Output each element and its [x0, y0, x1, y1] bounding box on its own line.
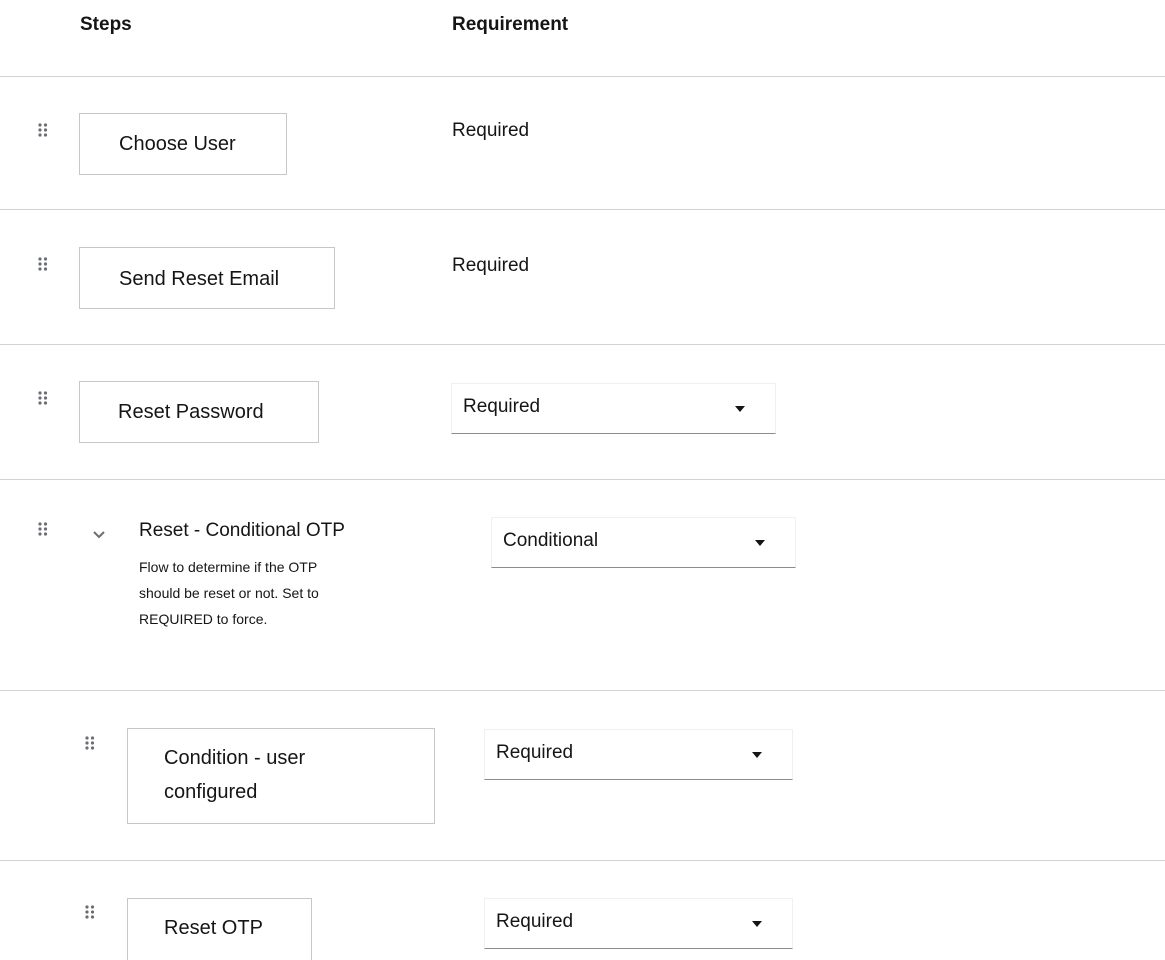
step-send-reset-email-button[interactable]: Send Reset Email	[79, 247, 335, 309]
requirement-text: Required	[452, 255, 530, 276]
drag-handle-icon[interactable]	[37, 521, 49, 537]
step-label-line-1: Condition - user	[164, 747, 306, 769]
requirement-select-value: Required	[496, 742, 574, 763]
drag-handle-icon[interactable]	[37, 256, 49, 272]
caret-down-icon	[752, 752, 762, 758]
step-label: Reset OTP	[164, 917, 263, 939]
drag-handle-icon[interactable]	[84, 735, 96, 751]
step-reset-otp-button[interactable]: Reset OTP	[127, 898, 312, 960]
table-header: Steps Requirement	[0, 0, 1165, 77]
caret-down-icon	[755, 540, 765, 546]
step-reset-password-button[interactable]: Reset Password	[79, 381, 319, 443]
caret-down-icon	[735, 406, 745, 412]
subflow-description-line-1: Flow to determine if the OTP	[139, 559, 318, 575]
step-label-line-2: configured	[164, 781, 258, 803]
caret-down-icon	[752, 921, 762, 927]
requirement-select[interactable]: Required	[451, 383, 776, 434]
row-divider	[0, 344, 1165, 345]
requirement-select[interactable]: Conditional	[491, 517, 796, 568]
requirement-select-value: Conditional	[503, 530, 599, 551]
step-label: Reset Password	[118, 401, 264, 423]
requirement-text: Required	[452, 120, 530, 141]
chevron-down-icon[interactable]	[92, 527, 106, 539]
drag-handle-icon[interactable]	[84, 904, 96, 920]
requirement-select-value: Required	[496, 911, 574, 932]
steps-column-header: Steps	[80, 14, 132, 35]
drag-handle-icon[interactable]	[37, 390, 49, 406]
step-choose-user-button[interactable]: Choose User	[79, 113, 287, 175]
row-divider	[0, 860, 1165, 861]
requirement-select[interactable]: Required	[484, 729, 793, 780]
requirement-column-header: Requirement	[452, 14, 569, 35]
row-divider	[0, 479, 1165, 480]
requirement-select-value: Required	[463, 396, 541, 417]
row-divider	[0, 209, 1165, 210]
step-label: Choose User	[119, 133, 236, 155]
drag-handle-icon[interactable]	[37, 122, 49, 138]
requirement-select[interactable]: Required	[484, 898, 793, 949]
subflow-title: Reset - Conditional OTP	[139, 520, 345, 541]
row-divider	[0, 690, 1165, 691]
step-condition-user-configured-button[interactable]: Condition - user configured	[127, 728, 435, 824]
subflow-description-line-2: should be reset or not. Set to	[139, 585, 319, 601]
step-label: Send Reset Email	[119, 268, 280, 290]
subflow-description-line-3: REQUIRED to force.	[139, 611, 268, 627]
